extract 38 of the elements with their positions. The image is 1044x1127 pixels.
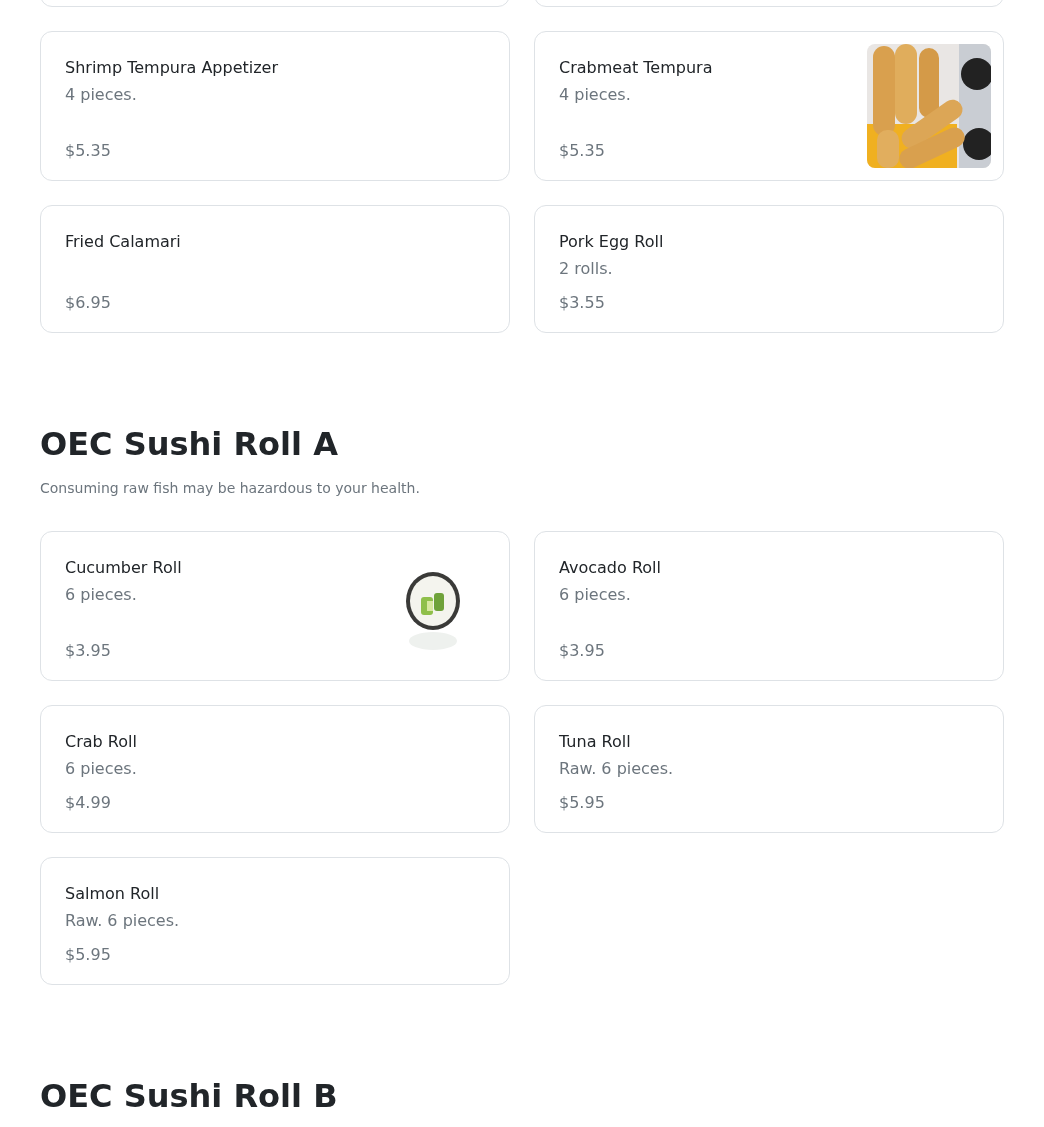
menu-card[interactable]: Tuna Roll Raw. 6 pieces. $5.95 <box>534 705 1004 833</box>
menu-card[interactable]: Avocado Roll 6 pieces. $3.95 <box>534 531 1004 681</box>
item-price: $6.95 <box>65 292 112 314</box>
item-price: $5.95 <box>65 944 112 966</box>
menu-card[interactable]: Crab Roll 6 pieces. $4.99 <box>40 705 510 833</box>
item-description: 6 pieces. <box>65 584 138 606</box>
item-name: Tuna Roll <box>559 731 632 753</box>
item-price: $3.55 <box>559 292 606 314</box>
item-description: 4 pieces. <box>559 84 632 106</box>
section-title: OEC Sushi Roll B <box>40 1076 339 1116</box>
item-description: 4 pieces. <box>65 84 138 106</box>
menu-card[interactable]: Fried Calamari $6.95 <box>40 205 510 333</box>
menu-card[interactable]: Cucumber Roll 6 pieces. $3.95 <box>40 531 510 681</box>
item-price: $5.35 <box>65 140 112 162</box>
menu-card[interactable]: Crabmeat Tempura 4 pieces. $5.35 <box>534 31 1004 181</box>
item-price: $5.95 <box>559 792 606 814</box>
menu-card[interactable]: Salmon Roll Raw. 6 pieces. $5.95 <box>40 857 510 985</box>
menu-card[interactable]: Shrimp Tempura Appetizer 4 pieces. $5.35 <box>40 31 510 181</box>
item-price: $3.95 <box>65 640 112 662</box>
item-name: Crabmeat Tempura <box>559 57 714 79</box>
item-description: 6 pieces. <box>65 758 138 780</box>
menu-card[interactable]: Pork Egg Roll 2 rolls. $3.55 <box>534 205 1004 333</box>
item-description: Raw. 6 pieces. <box>65 910 181 932</box>
item-description: 6 pieces. <box>559 584 632 606</box>
item-name: Crab Roll <box>65 731 138 753</box>
section-note: Consuming raw fish may be hazardous to your health. <box>40 479 421 498</box>
item-description: 2 rolls. <box>559 258 614 280</box>
item-price: $5.35 <box>559 140 606 162</box>
item-price: $4.99 <box>65 792 112 814</box>
item-name: Cucumber Roll <box>65 557 183 579</box>
item-name: Shrimp Tempura Appetizer <box>65 57 280 79</box>
section-title: OEC Sushi Roll A <box>40 424 339 464</box>
item-name: Salmon Roll <box>65 883 161 905</box>
item-price: $3.95 <box>559 640 606 662</box>
item-description: Raw. 6 pieces. <box>559 758 675 780</box>
item-name: Fried Calamari <box>65 231 182 253</box>
item-name: Avocado Roll <box>559 557 662 579</box>
item-name: Pork Egg Roll <box>559 231 665 253</box>
